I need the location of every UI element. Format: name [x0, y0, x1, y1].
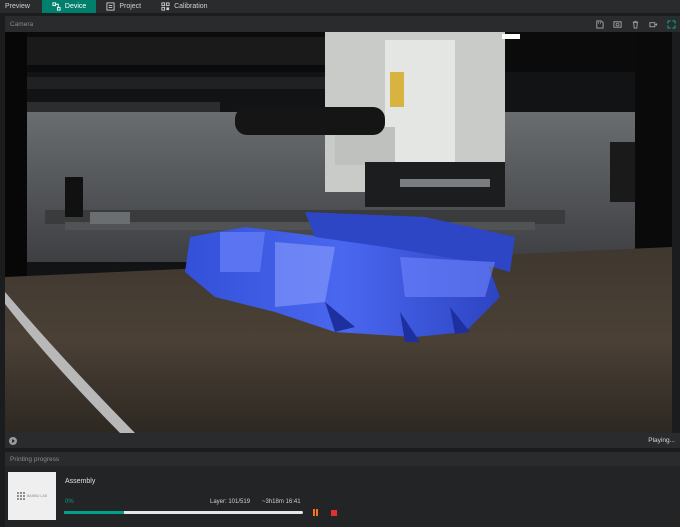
maximize-icon[interactable]: [667, 19, 676, 29]
calibration-icon: [161, 2, 170, 11]
thumbnail-caption: BAMBU LAB: [26, 494, 48, 498]
job-thumbnail: BAMBU LAB: [8, 472, 56, 520]
camera-footer: Playing...: [5, 433, 680, 448]
video-icon[interactable]: [649, 20, 658, 29]
camera-toolbar: [595, 19, 680, 29]
progress-percent: 0%: [65, 499, 74, 505]
tab-project-label: Project: [119, 3, 142, 10]
device-icon: [52, 2, 61, 11]
pause-button[interactable]: [312, 509, 319, 516]
camera-header: Camera: [5, 16, 680, 32]
job-name: Assembly: [65, 478, 96, 485]
layer-count: Layer: 101/519: [210, 499, 251, 505]
project-icon: [106, 2, 115, 11]
timelapse-icon[interactable]: [613, 20, 622, 29]
tab-project[interactable]: Project: [96, 0, 151, 13]
time-remaining: ~3h18m 16:41: [262, 499, 301, 505]
tab-device-label: Device: [64, 3, 87, 10]
tab-calibration-label: Calibration: [174, 3, 208, 10]
play-button[interactable]: [9, 436, 17, 445]
tab-device[interactable]: Device: [41, 0, 97, 13]
camera-title: Camera: [10, 20, 34, 28]
tab-preview[interactable]: Preview: [0, 0, 42, 13]
tab-calibration[interactable]: Calibration: [151, 0, 217, 13]
stop-button[interactable]: [331, 510, 337, 516]
progress-title: Printing progress: [10, 455, 60, 463]
camera-status: Playing...: [648, 437, 675, 444]
progress-header: Printing progress: [5, 452, 680, 466]
camera-feed: [5, 32, 672, 433]
bambu-logo-icon: [16, 492, 25, 500]
camera-frame-image: [5, 32, 672, 433]
top-nav: Preview Device Project Calibration: [0, 0, 680, 13]
sd-card-icon[interactable]: [595, 19, 604, 29]
progress-bar: [64, 511, 303, 514]
tab-preview-label: Preview: [5, 3, 30, 10]
progress-bar-fill: [64, 511, 124, 514]
progress-panel: BAMBU LAB Assembly 0% Layer: 101/519 ~3h…: [5, 466, 680, 527]
delete-icon[interactable]: [631, 20, 640, 29]
